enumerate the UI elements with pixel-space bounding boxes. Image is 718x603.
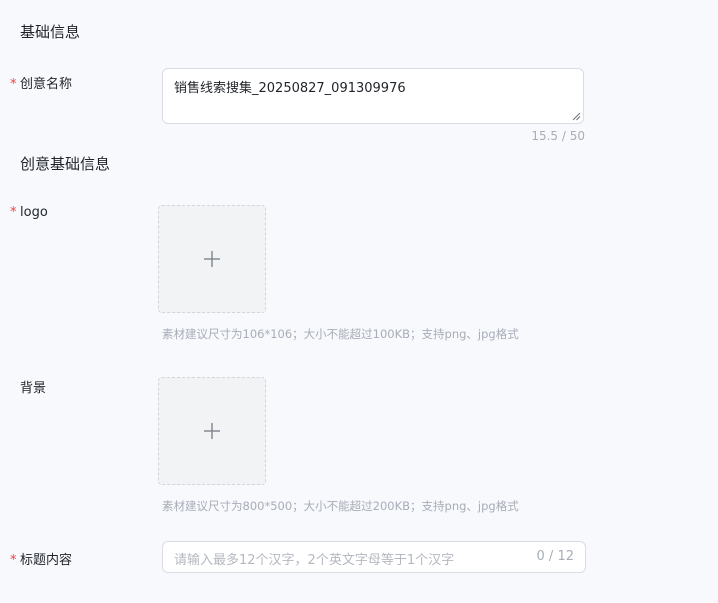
resize-handle-icon[interactable] bbox=[572, 112, 581, 121]
required-mark: * bbox=[10, 205, 17, 220]
background-hint: 素材建议尺寸为800*500；大小不能超过200KB；支持png、jpg格式 bbox=[162, 499, 519, 513]
creative-name-counter: 15.5 / 50 bbox=[531, 129, 585, 143]
logo-upload-button[interactable] bbox=[158, 205, 266, 313]
required-mark: * bbox=[10, 77, 17, 92]
plus-icon bbox=[204, 251, 220, 267]
title-content-label: * 标题内容 bbox=[10, 549, 72, 568]
creative-form-page: 基础信息 * 创意名称 销售线索搜集_20250827_091309976 15… bbox=[0, 0, 718, 603]
background-upload-button[interactable] bbox=[158, 377, 266, 485]
logo-hint: 素材建议尺寸为106*106；大小不能超过100KB；支持png、jpg格式 bbox=[162, 327, 519, 341]
section-title-basic: 基础信息 bbox=[20, 23, 81, 41]
creative-name-label: * 创意名称 bbox=[10, 73, 72, 92]
creative-name-label-text: 创意名称 bbox=[20, 77, 73, 92]
title-content-placeholder: 请输入最多12个汉字，2个英文字母等于1个汉字 bbox=[174, 553, 455, 568]
background-label: 背景 bbox=[10, 377, 46, 396]
creative-name-value: 销售线索搜集_20250827_091309976 bbox=[174, 81, 406, 96]
logo-label: * logo bbox=[10, 205, 48, 220]
creative-name-textarea[interactable]: 销售线索搜集_20250827_091309976 bbox=[162, 68, 584, 124]
title-content-input[interactable]: 请输入最多12个汉字，2个英文字母等于1个汉字 0 / 12 bbox=[162, 541, 586, 573]
plus-icon bbox=[204, 423, 220, 439]
title-content-counter: 0 / 12 bbox=[536, 549, 574, 564]
section-title-creative: 创意基础信息 bbox=[20, 155, 111, 173]
logo-label-text: logo bbox=[20, 205, 48, 220]
background-label-text: 背景 bbox=[20, 381, 47, 396]
title-content-label-text: 标题内容 bbox=[20, 553, 73, 568]
required-mark: * bbox=[10, 553, 17, 568]
